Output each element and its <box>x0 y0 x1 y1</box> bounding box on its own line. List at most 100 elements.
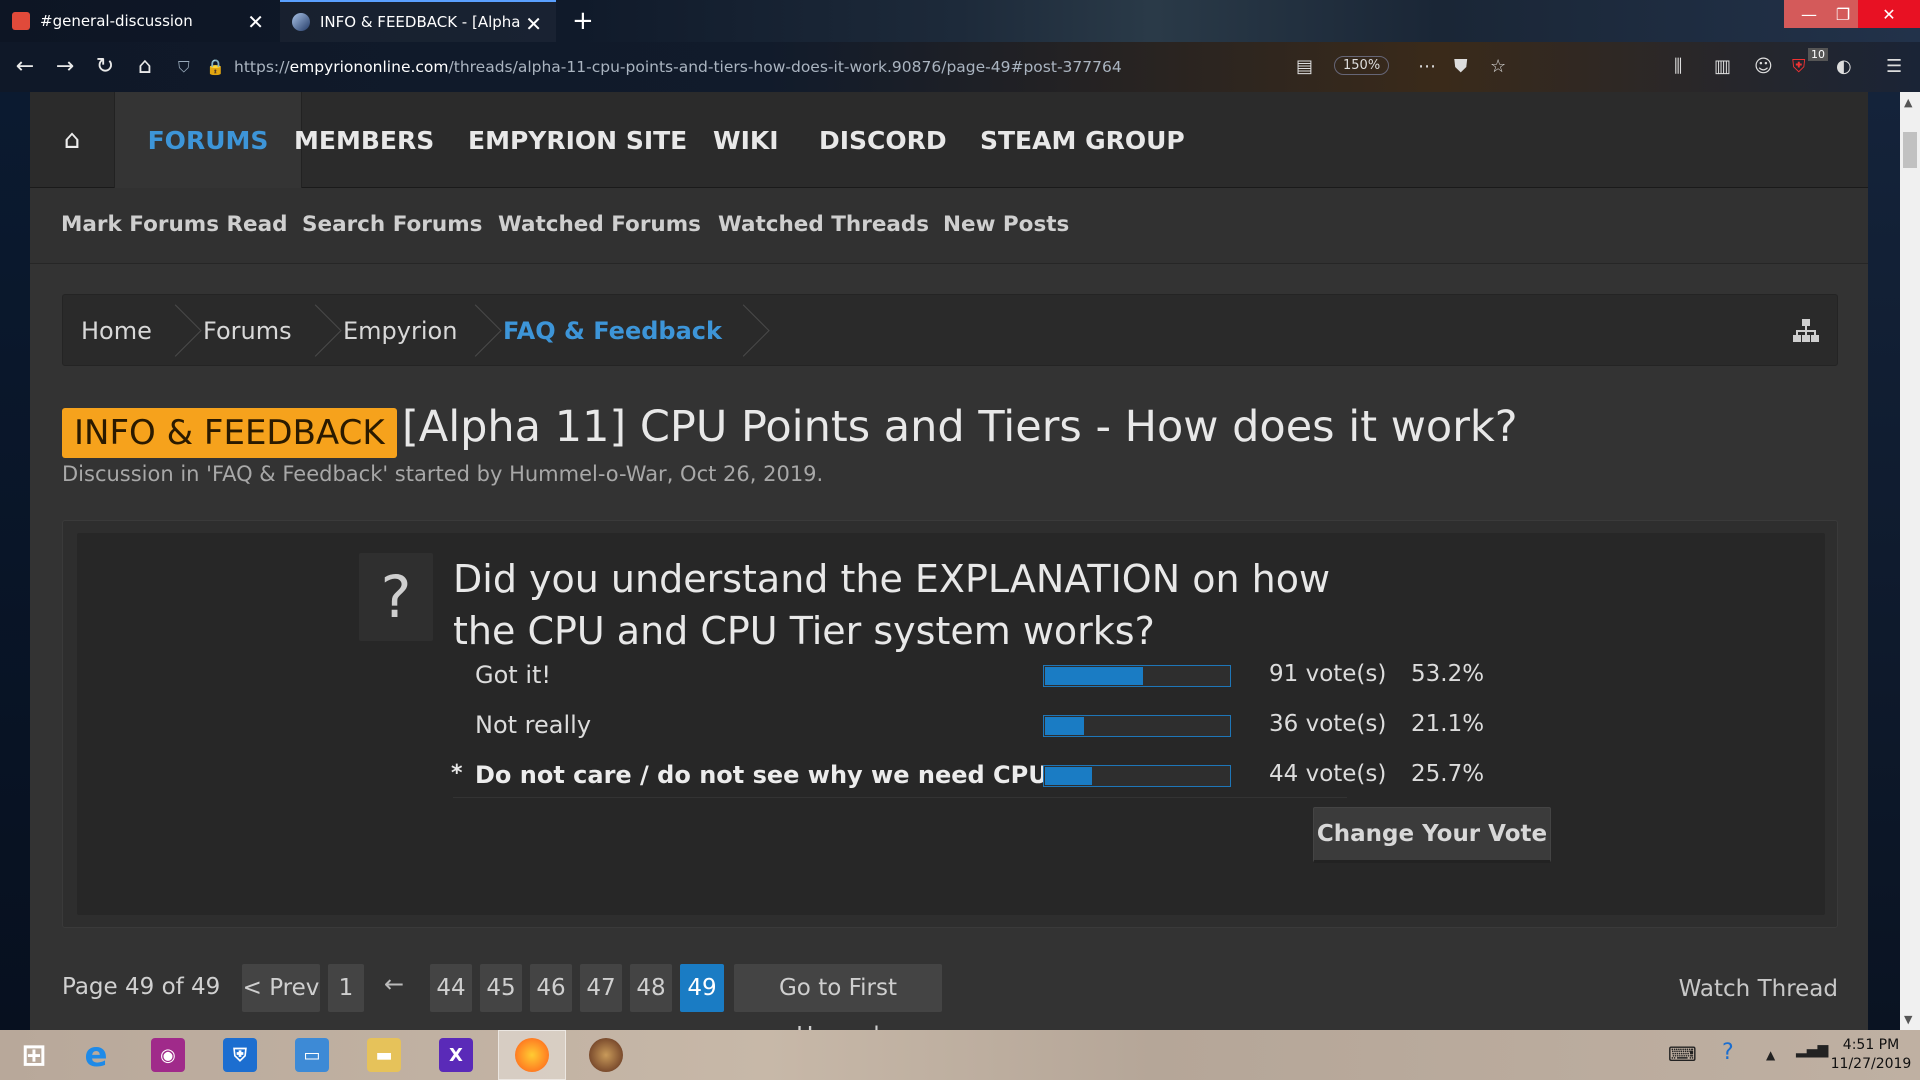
forward-icon[interactable]: → <box>50 52 80 82</box>
page-background-left <box>0 92 30 1030</box>
lock-warning-icon[interactable]: 🔒 <box>206 58 226 76</box>
menu-icon[interactable]: ☰ <box>1886 56 1902 77</box>
clock-time: 4:51 PM <box>1842 1037 1900 1053</box>
page-button[interactable]: 47 <box>580 964 622 1012</box>
thread-prefix-badge[interactable]: INFO & FEEDBACK <box>62 408 397 458</box>
tab-info-feedback[interactable]: INFO & FEEDBACK - [Alpha 11] ✕ <box>280 0 556 42</box>
tab-general-discussion[interactable]: #general-discussion ✕ <box>0 0 278 42</box>
prev-page-button[interactable]: < Prev <box>242 964 320 1012</box>
poll-option-bar <box>1043 765 1231 787</box>
new-tab-icon[interactable]: + <box>572 6 594 36</box>
close-window-button[interactable]: ✕ <box>1858 0 1920 28</box>
network-icon[interactable]: ▂▄▆ <box>1796 1042 1828 1058</box>
sidebar-icon[interactable]: ▥ <box>1714 56 1731 77</box>
url-bar[interactable]: ⛉ 🔒 https://empyriononline.com/threads/a… <box>178 50 1408 84</box>
poll-option-label: Do not care / do not see why we need CPU <box>475 761 1048 789</box>
scrollbar-thumb[interactable] <box>1903 132 1917 168</box>
voted-marker: * <box>451 761 463 786</box>
breadcrumb-faq-feedback[interactable]: FAQ & Feedback <box>503 295 722 367</box>
taskbar-explorer[interactable]: ▬ <box>350 1030 418 1080</box>
poll-container: ? Did you understand the EXPLANATION on … <box>62 520 1838 928</box>
more-actions-icon[interactable]: ⋯ <box>1418 56 1436 77</box>
poll-option-votes: 36 vote(s) <box>1269 711 1387 737</box>
poll-option-votes: 91 vote(s) <box>1269 661 1387 687</box>
keyboard-icon[interactable]: ⌨ <box>1668 1042 1697 1066</box>
poll-option-percent: 53.2% <box>1411 661 1485 687</box>
poll-divider <box>453 797 1347 798</box>
taskbar-defender[interactable]: ⛨ <box>206 1030 274 1080</box>
watch-thread-link[interactable]: Watch Thread <box>1679 976 1838 1002</box>
pocket-icon[interactable]: ⛊ <box>1454 56 1468 77</box>
breadcrumb-separator <box>173 295 193 367</box>
emoji-extension-icon[interactable]: ☺ <box>1754 56 1773 77</box>
system-clock[interactable]: 4:51 PM 11/27/2019 <box>1826 1036 1916 1074</box>
reader-view-icon[interactable]: ▤ <box>1296 56 1313 77</box>
nav-wiki[interactable]: WIKI <box>713 92 779 188</box>
nav-steam-group[interactable]: STEAM GROUP <box>980 92 1185 188</box>
taskbar-camera[interactable]: ◉ <box>134 1030 202 1080</box>
poll-option: Not really 36 vote(s) 21.1% <box>453 701 1484 751</box>
ublock-icon[interactable]: ⛨ <box>1792 56 1806 77</box>
url-scheme: https:// <box>234 58 290 76</box>
url-path: /threads/alpha-11-cpu-points-and-tiers-h… <box>448 58 1122 76</box>
taskbar-firefox[interactable] <box>498 1030 566 1080</box>
poll-option-bar-fill <box>1045 767 1092 785</box>
close-tab-icon[interactable]: ✕ <box>247 10 264 34</box>
mark-forums-read-link[interactable]: Mark Forums Read <box>61 212 288 237</box>
taskbar-precision[interactable]: X <box>422 1030 490 1080</box>
page-button[interactable]: 46 <box>530 964 572 1012</box>
taskbar-game[interactable] <box>572 1030 640 1080</box>
new-posts-link[interactable]: New Posts <box>943 212 1069 237</box>
sub-navigation: Mark Forums Read Search Forums Watched F… <box>30 188 1868 264</box>
breadcrumb-empyrion[interactable]: Empyrion <box>343 295 457 367</box>
tray-expand-icon[interactable]: ▲ <box>1766 1048 1775 1062</box>
extension-icon[interactable]: ◐ <box>1836 56 1852 77</box>
scroll-up-icon[interactable]: ▲ <box>1904 96 1912 109</box>
breadcrumb-forums[interactable]: Forums <box>203 295 292 367</box>
game-icon <box>589 1038 623 1072</box>
internet-explorer-icon: e <box>84 1035 108 1075</box>
start-button[interactable]: ⊞ <box>0 1030 68 1080</box>
nav-discord[interactable]: DISCORD <box>819 92 947 188</box>
first-unread-button[interactable]: Go to First Unread <box>734 964 942 1049</box>
breadcrumb: Home Forums Empyrion FAQ & Feedback <box>62 294 1838 366</box>
bookmark-star-icon[interactable]: ☆ <box>1490 56 1506 77</box>
back-icon[interactable]: ← <box>10 52 40 82</box>
page-button[interactable]: 48 <box>630 964 672 1012</box>
help-icon[interactable]: ? <box>1722 1040 1734 1065</box>
page-button[interactable]: 1 <box>328 964 364 1012</box>
sitemap-icon[interactable] <box>1793 319 1819 343</box>
breadcrumb-separator <box>741 295 761 367</box>
poll-option-percent: 25.7% <box>1411 761 1485 787</box>
taskbar-remote[interactable]: ▭ <box>278 1030 346 1080</box>
poll-option-percent: 21.1% <box>1411 711 1485 737</box>
watched-threads-link[interactable]: Watched Threads <box>718 212 929 237</box>
poll-option-bar <box>1043 715 1231 737</box>
folder-icon: ▬ <box>367 1038 401 1072</box>
search-forums-link[interactable]: Search Forums <box>302 212 482 237</box>
thread-title: [Alpha 11] CPU Points and Tiers - How do… <box>402 402 1518 452</box>
nav-empyrion-site[interactable]: EMPYRION SITE <box>468 92 687 188</box>
scroll-down-icon[interactable]: ▼ <box>1904 1013 1912 1026</box>
breadcrumb-home[interactable]: Home <box>81 295 152 367</box>
page-button[interactable]: 44 <box>430 964 472 1012</box>
reload-icon[interactable]: ↻ <box>90 52 120 82</box>
taskbar-ie[interactable]: e <box>62 1030 130 1080</box>
page-skip-arrow[interactable]: ← <box>384 970 404 998</box>
page-button[interactable]: 45 <box>480 964 522 1012</box>
close-tab-icon[interactable]: ✕ <box>525 12 542 36</box>
nav-forums[interactable]: FORUMS <box>114 92 302 188</box>
zoom-level[interactable]: 150% <box>1334 56 1390 75</box>
change-vote-button[interactable]: Change Your Vote <box>1313 807 1551 863</box>
watched-forums-link[interactable]: Watched Forums <box>498 212 701 237</box>
home-icon[interactable]: ⌂ <box>130 52 160 82</box>
home-icon[interactable]: ⌂ <box>30 92 114 188</box>
empyrion-favicon-icon <box>292 13 310 31</box>
page-button-current[interactable]: 49 <box>680 964 724 1012</box>
library-icon[interactable]: ⫼ <box>1674 56 1682 77</box>
nav-members[interactable]: MEMBERS <box>294 92 434 188</box>
clock-date: 11/27/2019 <box>1830 1056 1912 1072</box>
poll-option-label: Got it! <box>475 661 552 689</box>
tracking-shield-icon[interactable]: ⛉ <box>178 58 198 77</box>
page-scrollbar[interactable]: ▲ ▼ <box>1900 92 1920 1030</box>
